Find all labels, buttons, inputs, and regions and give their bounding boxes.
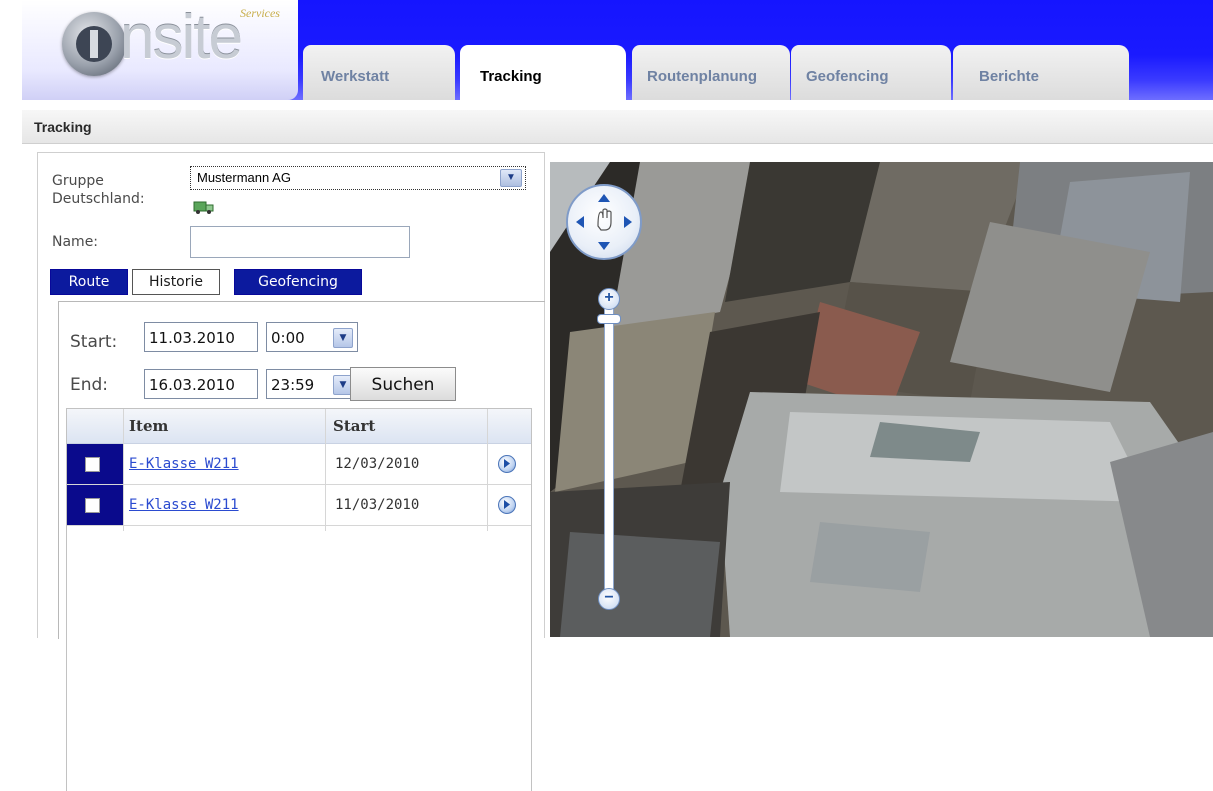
column-header-item[interactable]: Item [129,417,168,435]
column-header-start[interactable]: Start [333,417,375,435]
tab-tracking[interactable]: Tracking [460,45,626,100]
item-link[interactable]: E-Klasse W211 [129,456,239,472]
tab-routenplanung[interactable]: Routenplanung [632,45,790,100]
tab-label: Berichte [979,68,1040,85]
table-header: Item Start [67,409,531,444]
play-icon[interactable] [498,496,516,514]
pan-right-icon[interactable] [624,216,632,228]
pan-down-icon[interactable] [598,242,610,250]
satellite-map[interactable]: + − [550,162,1213,637]
logo-ring-icon [62,12,126,76]
start-time-select[interactable]: 0:00 ▼ [266,322,358,352]
group-select[interactable]: Mustermann AG ▼ [190,166,526,190]
search-button[interactable]: Suchen [350,367,456,401]
end-label: End: [70,375,109,395]
tab-geofencing[interactable]: Geofencing [791,45,951,100]
subtab-geofencing[interactable]: Geofencing [234,269,362,295]
pan-up-icon[interactable] [598,194,610,202]
start-time-value: 0:00 [271,329,305,347]
truck-icon[interactable] [193,199,215,215]
chevron-down-icon[interactable]: ▼ [500,169,522,187]
map-imagery [550,162,1213,637]
breadcrumb: Tracking [34,119,92,135]
tab-werkstatt[interactable]: Werkstatt [303,45,455,100]
zoom-slider[interactable]: + − [597,288,621,610]
chevron-down-icon[interactable]: ▼ [333,328,353,348]
row-checkbox[interactable] [85,457,100,472]
row-checkbox[interactable] [85,498,100,513]
logo: nsite Services [22,0,298,100]
tab-label: Routenplanung [647,68,757,85]
table-row[interactable]: E-Klasse W211 11/03/2010 [67,485,531,526]
start-date-input[interactable]: 11.03.2010 [144,322,258,352]
tab-berichte[interactable]: Berichte [953,45,1129,100]
item-link[interactable]: E-Klasse W211 [129,497,239,513]
table-row[interactable]: E-Klasse W211 12/03/2010 [67,444,531,485]
tab-label: Werkstatt [321,68,390,85]
group-label: Gruppe [52,173,104,189]
start-date: 11/03/2010 [335,497,420,513]
results-table: Item Start E-Klasse W211 12/03/2010 E-Kl… [66,408,532,791]
start-date: 12/03/2010 [335,456,420,472]
start-label: Start: [70,332,118,352]
header-left-edge [0,0,22,100]
end-time-value: 23:59 [271,376,315,394]
subtab-route[interactable]: Route [50,269,128,295]
subheader: Tracking [22,100,1213,144]
pan-left-icon[interactable] [576,216,584,228]
end-date-input[interactable]: 16.03.2010 [144,369,258,399]
pan-control[interactable] [566,184,642,260]
subtab-historie[interactable]: Historie [132,269,220,295]
group-select-value: Mustermann AG [197,170,291,185]
region-label: Deutschland: [52,191,145,207]
zoom-out-button[interactable]: − [598,588,620,610]
play-icon[interactable] [498,455,516,473]
tracking-panel: Gruppe Mustermann AG ▼ Deutschland: Name… [37,152,545,791]
zoom-handle[interactable] [597,314,621,324]
logo-services-text: Services [240,6,280,20]
logo-text: nsite [120,3,243,72]
zoom-in-button[interactable]: + [598,288,620,310]
end-time-select[interactable]: 23:59 ▼ [266,369,358,399]
name-label: Name: [52,234,99,250]
name-input[interactable] [190,226,410,258]
tab-label: Tracking [480,68,542,85]
hand-icon [597,208,612,231]
tab-label: Geofencing [806,68,889,85]
